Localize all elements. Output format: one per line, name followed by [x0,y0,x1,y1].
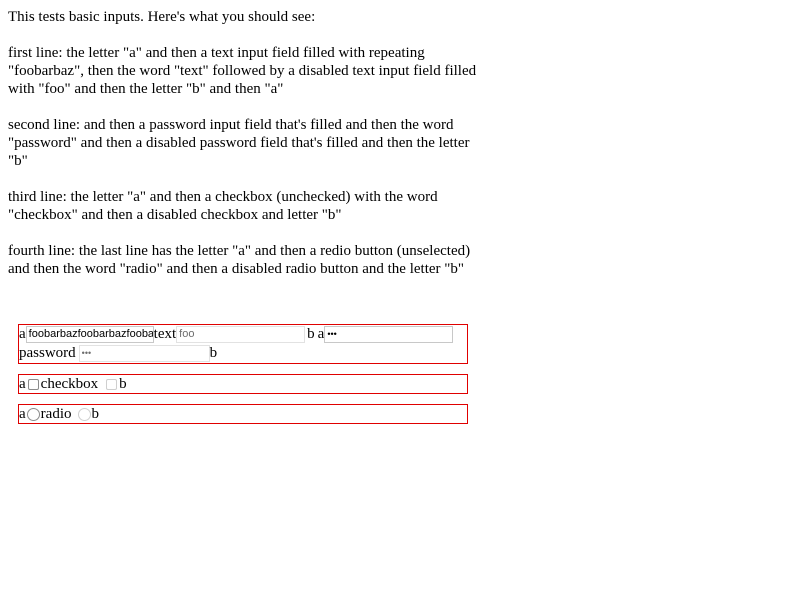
fourth-line-description: fourth line: the last line has the lette… [8,243,471,277]
password-mask: ••• [327,328,337,339]
letter-a: a [19,376,26,392]
intro-paragraph: This tests basic inputs. Here's what you… [8,9,316,25]
radio-box: a radio b [18,404,468,424]
second-line-description: second line: and then a password input f… [8,117,470,169]
text-input[interactable]: foobarbazfoobarbazfoobarbaz [25,325,154,343]
disabled-password-input: ••• [78,344,210,362]
letter-a: a [19,406,26,422]
radio-row: a radio b [19,405,99,423]
letter-b: b [307,326,315,342]
checkbox-row: a checkbox b [19,375,127,393]
password-label: password [19,345,76,361]
text-label: text [153,326,177,342]
radio-label: radio [40,406,72,422]
letter-b-second: b [209,345,218,361]
disabled-password-mask: ••• [81,347,92,358]
letter-b: b [119,376,127,392]
disabled-text-input: foo [176,325,306,343]
password-input-row: password ••• b [19,344,217,362]
third-line-description: third line: the letter "a" and then a ch… [8,189,438,223]
disabled-radio-button [77,407,91,421]
letter-b: b [91,406,100,422]
letter-a: a [19,326,26,342]
letter-a-second: a [317,326,325,342]
page: This tests basic inputs. Here's what you… [0,0,800,600]
text-inputs-box: a foobarbazfoobarbazfoobarbaz text foo b… [18,324,468,364]
checkbox-label: checkbox [40,376,99,392]
password-input[interactable]: ••• [324,325,454,343]
text-input-row: a foobarbazfoobarbazfoobarbaz text foo b… [19,325,454,343]
disabled-checkbox [106,378,118,390]
instructions: This tests basic inputs. Here's what you… [8,8,488,296]
first-line-description: first line: the letter "a" and then a te… [8,45,477,97]
checkbox-box: a checkbox b [18,374,468,394]
checkbox-input[interactable] [27,378,39,390]
radio-button[interactable] [26,407,40,421]
